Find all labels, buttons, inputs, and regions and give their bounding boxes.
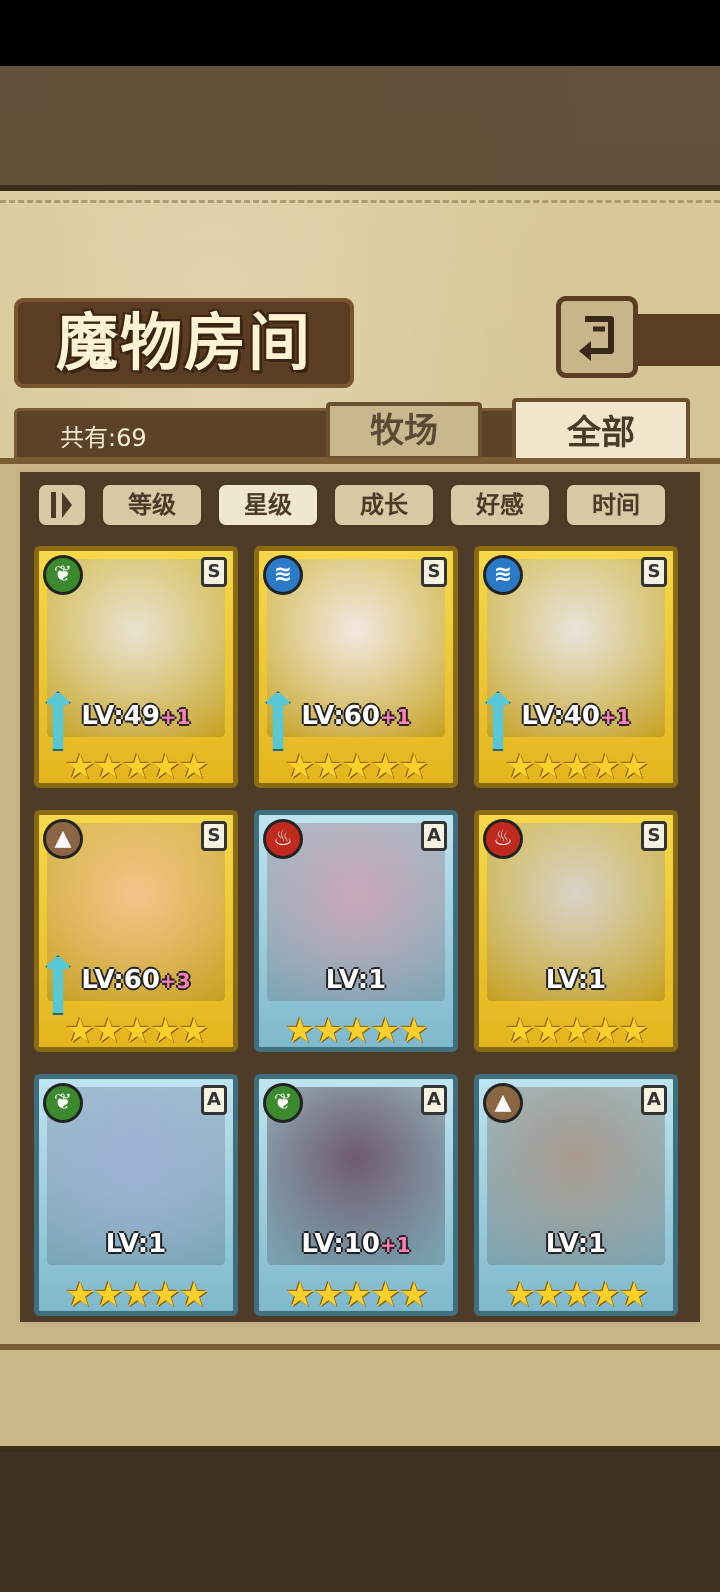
nature-element-icon: ❦: [43, 555, 83, 595]
monster-card[interactable]: ▲ S LV:60+3 ★★★★★: [34, 810, 238, 1052]
level-label: LV:1: [479, 965, 673, 995]
sort-time-button[interactable]: 时间: [564, 482, 668, 528]
rank-badge: A: [421, 821, 447, 851]
rank-badge: S: [201, 821, 227, 851]
rank-badge: A: [421, 1085, 447, 1115]
return-arrow-icon: [579, 316, 614, 361]
rank-badge: S: [641, 821, 667, 851]
star-rating: ★★★★★: [504, 747, 649, 787]
star-rating: ★★★★★: [284, 1011, 429, 1051]
monster-card[interactable]: ❦ A LV:10+1 ★★★★★: [254, 1074, 458, 1316]
star-rating: ★★★★★: [284, 747, 429, 787]
monster-card[interactable]: ≋ S LV:40+1 ★★★★★: [474, 546, 678, 788]
monster-card[interactable]: ❦ A LV:1 ★★★★★: [34, 1074, 238, 1316]
sort-direction-icon: [51, 492, 72, 518]
tab-farm[interactable]: 牧场: [326, 402, 482, 460]
level-label: LV:1: [259, 965, 453, 995]
level-label: LV:40+1: [479, 701, 673, 731]
rank-badge: S: [201, 557, 227, 587]
star-rating: ★★★★★: [284, 1275, 429, 1315]
level-label: LV:60+1: [259, 701, 453, 731]
level-label: LV:1: [39, 1229, 233, 1259]
monster-card[interactable]: ≋ S LV:60+1 ★★★★★: [254, 546, 458, 788]
star-rating: ★★★★★: [64, 747, 209, 787]
zigzag-border: [0, 200, 720, 227]
map-bottom-strip: [0, 1440, 720, 1592]
monster-card[interactable]: ▲ A LV:1 ★★★★★: [474, 1074, 678, 1316]
monster-card[interactable]: ♨ A LV:1 ★★★★★: [254, 810, 458, 1052]
star-rating: ★★★★★: [64, 1011, 209, 1051]
level-value: LV:1: [105, 1229, 167, 1259]
map-top-strip: [0, 66, 720, 186]
level-value: LV:60: [81, 965, 160, 995]
rank-badge: S: [641, 557, 667, 587]
star-rating: ★★★★★: [504, 1011, 649, 1051]
level-value: LV:1: [545, 965, 607, 995]
level-value: LV:1: [325, 965, 387, 995]
status-bar-area: [0, 0, 720, 66]
star-rating: ★★★★★: [64, 1275, 209, 1315]
earth-element-icon: ▲: [43, 819, 83, 859]
monster-card[interactable]: ❦ S LV:49+1 ★★★★★: [34, 546, 238, 788]
nature-element-icon: ❦: [263, 1083, 303, 1123]
monster-card[interactable]: ♨ S LV:1 ★★★★★: [474, 810, 678, 1052]
star-rating: ★★★★★: [504, 1275, 649, 1315]
monster-count: 共有:69: [60, 424, 147, 452]
level-bonus: +1: [379, 1233, 411, 1257]
level-value: LV:10: [301, 1229, 380, 1259]
sort-direction-button[interactable]: [36, 482, 88, 528]
rank-badge: A: [641, 1085, 667, 1115]
level-value: LV:60: [301, 701, 380, 731]
level-value: LV:49: [81, 701, 160, 731]
rank-badge: A: [201, 1085, 227, 1115]
sort-star-button[interactable]: 星级: [216, 482, 320, 528]
level-value: LV:40: [521, 701, 600, 731]
level-label: LV:49+1: [39, 701, 233, 731]
level-label: LV:1: [479, 1229, 673, 1259]
level-value: LV:1: [545, 1229, 607, 1259]
water-element-icon: ≋: [483, 555, 523, 595]
nature-element-icon: ❦: [43, 1083, 83, 1123]
level-bonus: +1: [379, 705, 411, 729]
back-button-strip: [638, 314, 720, 366]
fire-element-icon: ♨: [483, 819, 523, 859]
level-label: LV:60+3: [39, 965, 233, 995]
level-bonus: +3: [159, 969, 191, 993]
page-title: 魔物房间: [55, 306, 312, 379]
sort-affection-button[interactable]: 好感: [448, 482, 552, 528]
back-button[interactable]: [556, 296, 638, 378]
sort-growth-button[interactable]: 成长: [332, 482, 436, 528]
level-bonus: +1: [599, 705, 631, 729]
tab-all[interactable]: 全部: [512, 398, 690, 466]
sort-level-button[interactable]: 等级: [100, 482, 204, 528]
level-label: LV:10+1: [259, 1229, 453, 1259]
level-bonus: +1: [159, 705, 191, 729]
earth-element-icon: ▲: [483, 1083, 523, 1123]
rank-badge: S: [421, 557, 447, 587]
water-element-icon: ≋: [263, 555, 303, 595]
fire-element-icon: ♨: [263, 819, 303, 859]
